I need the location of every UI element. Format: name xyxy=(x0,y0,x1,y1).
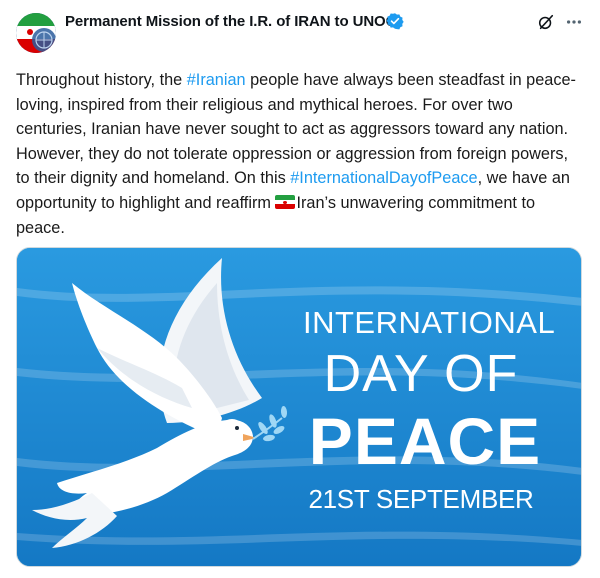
more-options-icon[interactable] xyxy=(565,13,583,31)
hashtag-link[interactable]: #Iranian xyxy=(187,71,246,89)
grok-icon[interactable] xyxy=(537,13,555,31)
verified-badge-icon xyxy=(386,13,404,30)
mission-flag-avatar-icon xyxy=(16,13,56,53)
author-name[interactable]: Permanent Mission of the I.R. of IRAN to… xyxy=(65,13,397,30)
poster-title-line3: PEACE xyxy=(308,404,542,478)
iran-flag-emoji-icon xyxy=(275,194,296,209)
post-text-part: Throughout history, the xyxy=(16,71,187,89)
poster-title-line1: INTERNATIONAL xyxy=(303,305,556,340)
post-text: Throughout history, the #Iranian people … xyxy=(16,68,586,240)
avatar[interactable] xyxy=(16,13,56,53)
poster-date: 21ST SEPTEMBER xyxy=(308,484,534,514)
post-media-image[interactable]: INTERNATIONAL DAY OF PEACE 21ST SEPTEMBE… xyxy=(16,247,582,567)
post-card: Permanent Mission of the I.R. of IRAN to… xyxy=(0,0,600,578)
hashtag-link[interactable]: #InternationalDayofPeace xyxy=(290,169,477,187)
poster-title-line2: DAY OF xyxy=(323,345,519,403)
